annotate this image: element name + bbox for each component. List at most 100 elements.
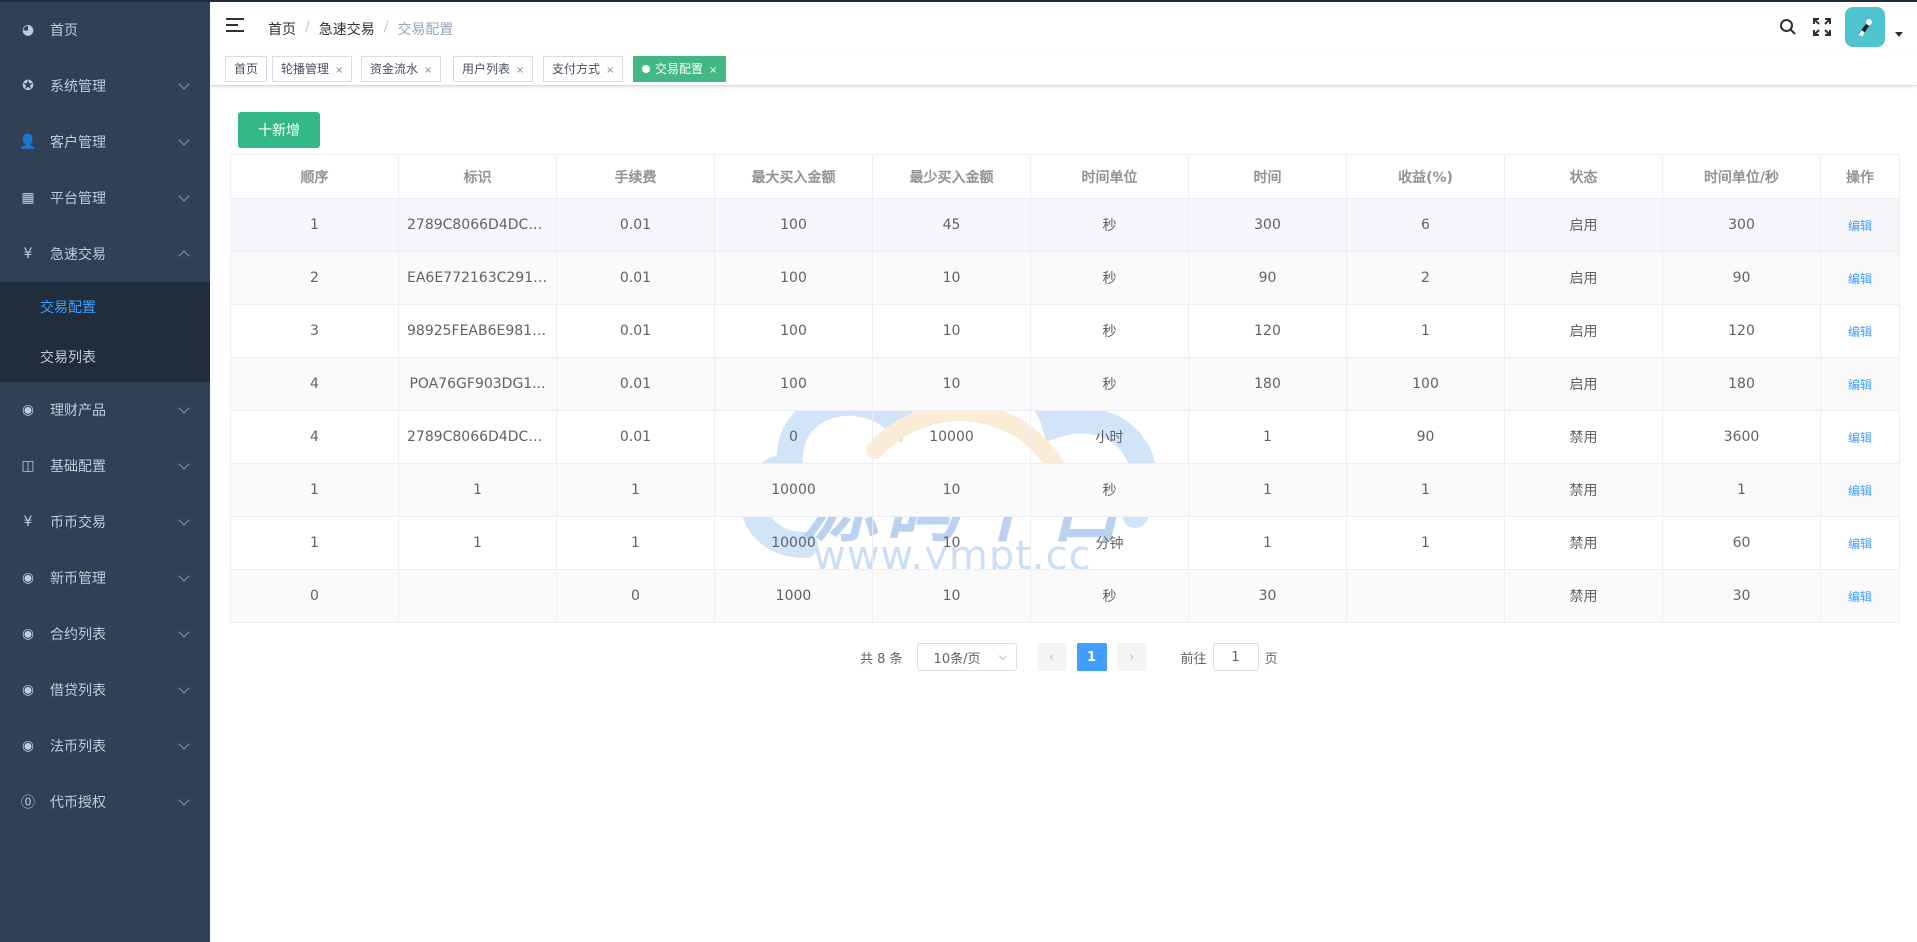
sidebar-item[interactable]: ¥ 币币交易	[0, 494, 210, 550]
edit-button[interactable]: 编辑	[1848, 590, 1872, 604]
token-icon: ⓪	[21, 795, 35, 811]
sidebar-item[interactable]: ◫ 基础配置	[0, 438, 210, 494]
edit-button[interactable]: 编辑	[1848, 219, 1872, 233]
yen-icon: ¥	[23, 514, 33, 530]
chevron-down-icon	[998, 651, 1007, 661]
chevron-down-icon	[178, 190, 190, 202]
edit-button[interactable]: 编辑	[1848, 431, 1872, 445]
tag-label: 资金流水	[370, 62, 419, 76]
status-badge: 启用	[1504, 357, 1663, 411]
tag-item[interactable]: 资金流水 ×	[361, 56, 442, 82]
tag-item[interactable]: 支付方式 ×	[543, 56, 624, 82]
sidebar-item-label: 借贷列表	[50, 683, 106, 699]
tag-label: 交易配置	[655, 62, 704, 76]
column-header: 收益(%)	[1346, 154, 1505, 199]
table-cell-actions: 编辑	[1820, 410, 1900, 464]
active-dot-icon	[642, 65, 650, 73]
table-cell: 2	[230, 251, 399, 305]
hamburger-icon[interactable]	[226, 18, 244, 34]
page-size-value: 10条/页	[933, 651, 981, 667]
sidebar-item[interactable]: ▦ 平台管理	[0, 170, 210, 226]
column-header: 时间	[1188, 154, 1347, 199]
table-cell: 1	[556, 463, 715, 517]
breadcrumb-section[interactable]: 急速交易	[319, 19, 375, 39]
add-button[interactable]: 十新增	[238, 112, 320, 148]
tag-item[interactable]: 首页	[225, 56, 268, 82]
table-cell: 10	[872, 357, 1031, 411]
table-cell: 180	[1662, 357, 1821, 411]
sidebar-item[interactable]: ⓪ 代币授权	[0, 774, 210, 830]
table-cell: 分钟	[1030, 516, 1189, 570]
page-size-select[interactable]: 10条/页	[916, 643, 1017, 671]
table-cell: 秒	[1030, 251, 1189, 305]
breadcrumb-home[interactable]: 首页	[268, 19, 296, 39]
sidebar-item-label: 首页	[50, 23, 78, 39]
user-icon: 👤	[19, 134, 37, 150]
table-cell: 120	[1188, 304, 1347, 358]
fullscreen-icon[interactable]	[1811, 16, 1833, 38]
table-cell-actions: 编辑	[1820, 357, 1900, 411]
column-header: 手续费	[556, 154, 715, 199]
chevron-down-icon	[178, 682, 190, 694]
sidebar-item[interactable]: ¥ 急速交易	[0, 226, 210, 282]
dashboard-icon: ◕	[21, 22, 35, 38]
table-cell: 300	[1188, 198, 1347, 252]
edit-button[interactable]: 编辑	[1848, 537, 1872, 551]
table-cell: 1	[1188, 410, 1347, 464]
close-icon[interactable]: ×	[424, 65, 432, 76]
goto-page-input[interactable]	[1212, 643, 1259, 671]
table-cell: 小时	[1030, 410, 1189, 464]
sidebar-item-label: 合约列表	[50, 627, 106, 643]
close-icon[interactable]: ×	[606, 65, 614, 76]
sidebar-item[interactable]: 👤 客户管理	[0, 114, 210, 170]
sidebar-item-label: 平台管理	[50, 191, 106, 207]
avatar[interactable]	[1845, 7, 1885, 47]
sidebar-item[interactable]: ◉ 借贷列表	[0, 662, 210, 718]
next-page-button[interactable]: ›	[1116, 643, 1147, 671]
submenu: 交易配置 交易列表	[0, 282, 210, 382]
table-cell: 1	[230, 516, 399, 570]
sidebar-item[interactable]: ◉ 理财产品	[0, 382, 210, 438]
sidebar-item[interactable]: ◉ 法币列表	[0, 718, 210, 774]
table-cell: 1	[398, 516, 557, 570]
sidebar-item[interactable]: ◉ 合约列表	[0, 606, 210, 662]
chevron-down-icon[interactable]	[1895, 31, 1903, 37]
close-icon[interactable]: ×	[335, 65, 343, 76]
navbar: 首页 / 急速交易 / 交易配置	[210, 2, 1917, 52]
sidebar-item[interactable]: ◕ 首页	[0, 2, 210, 58]
table-cell: 秒	[1030, 198, 1189, 252]
edit-button[interactable]: 编辑	[1848, 378, 1872, 392]
table-cell: 90	[1346, 410, 1505, 464]
edit-button[interactable]: 编辑	[1848, 325, 1872, 339]
chevron-down-icon	[178, 78, 190, 90]
grid-icon: ▦	[21, 190, 35, 206]
edit-button[interactable]: 编辑	[1848, 484, 1872, 498]
tag-item[interactable]: 交易配置 ×	[633, 56, 727, 82]
table-cell: EA6E772163C29134	[398, 251, 557, 305]
tag-item[interactable]: 用户列表 ×	[453, 56, 534, 82]
table-cell: 2789C8066D4DC5...	[398, 410, 557, 464]
status-badge: 启用	[1504, 198, 1663, 252]
search-icon[interactable]	[1777, 16, 1799, 38]
column-header: 标识	[398, 154, 557, 199]
table-cell: 1	[1346, 516, 1505, 570]
tag-item[interactable]: 轮播管理 ×	[272, 56, 353, 82]
edit-button[interactable]: 编辑	[1848, 272, 1872, 286]
table-cell: 180	[1188, 357, 1347, 411]
submenu-item[interactable]: 交易配置	[0, 282, 210, 332]
sidebar-item-label: 客户管理	[50, 135, 106, 151]
table-cell: 秒	[1030, 304, 1189, 358]
table-cell: 10	[872, 569, 1031, 623]
table-cell: 1	[1662, 463, 1821, 517]
status-badge: 禁用	[1504, 569, 1663, 623]
table-cell: 10000	[714, 516, 873, 570]
sidebar-item[interactable]: ◉ 新币管理	[0, 550, 210, 606]
page-number-current[interactable]: 1	[1076, 643, 1107, 671]
table-cell: 100	[714, 251, 873, 305]
close-icon[interactable]: ×	[709, 65, 717, 76]
submenu-item[interactable]: 交易列表	[0, 332, 210, 382]
prev-page-button[interactable]: ‹	[1036, 643, 1067, 671]
table-cell: POA76GF903DG1...	[398, 357, 557, 411]
sidebar-item[interactable]: ✪ 系统管理	[0, 58, 210, 114]
close-icon[interactable]: ×	[516, 65, 524, 76]
